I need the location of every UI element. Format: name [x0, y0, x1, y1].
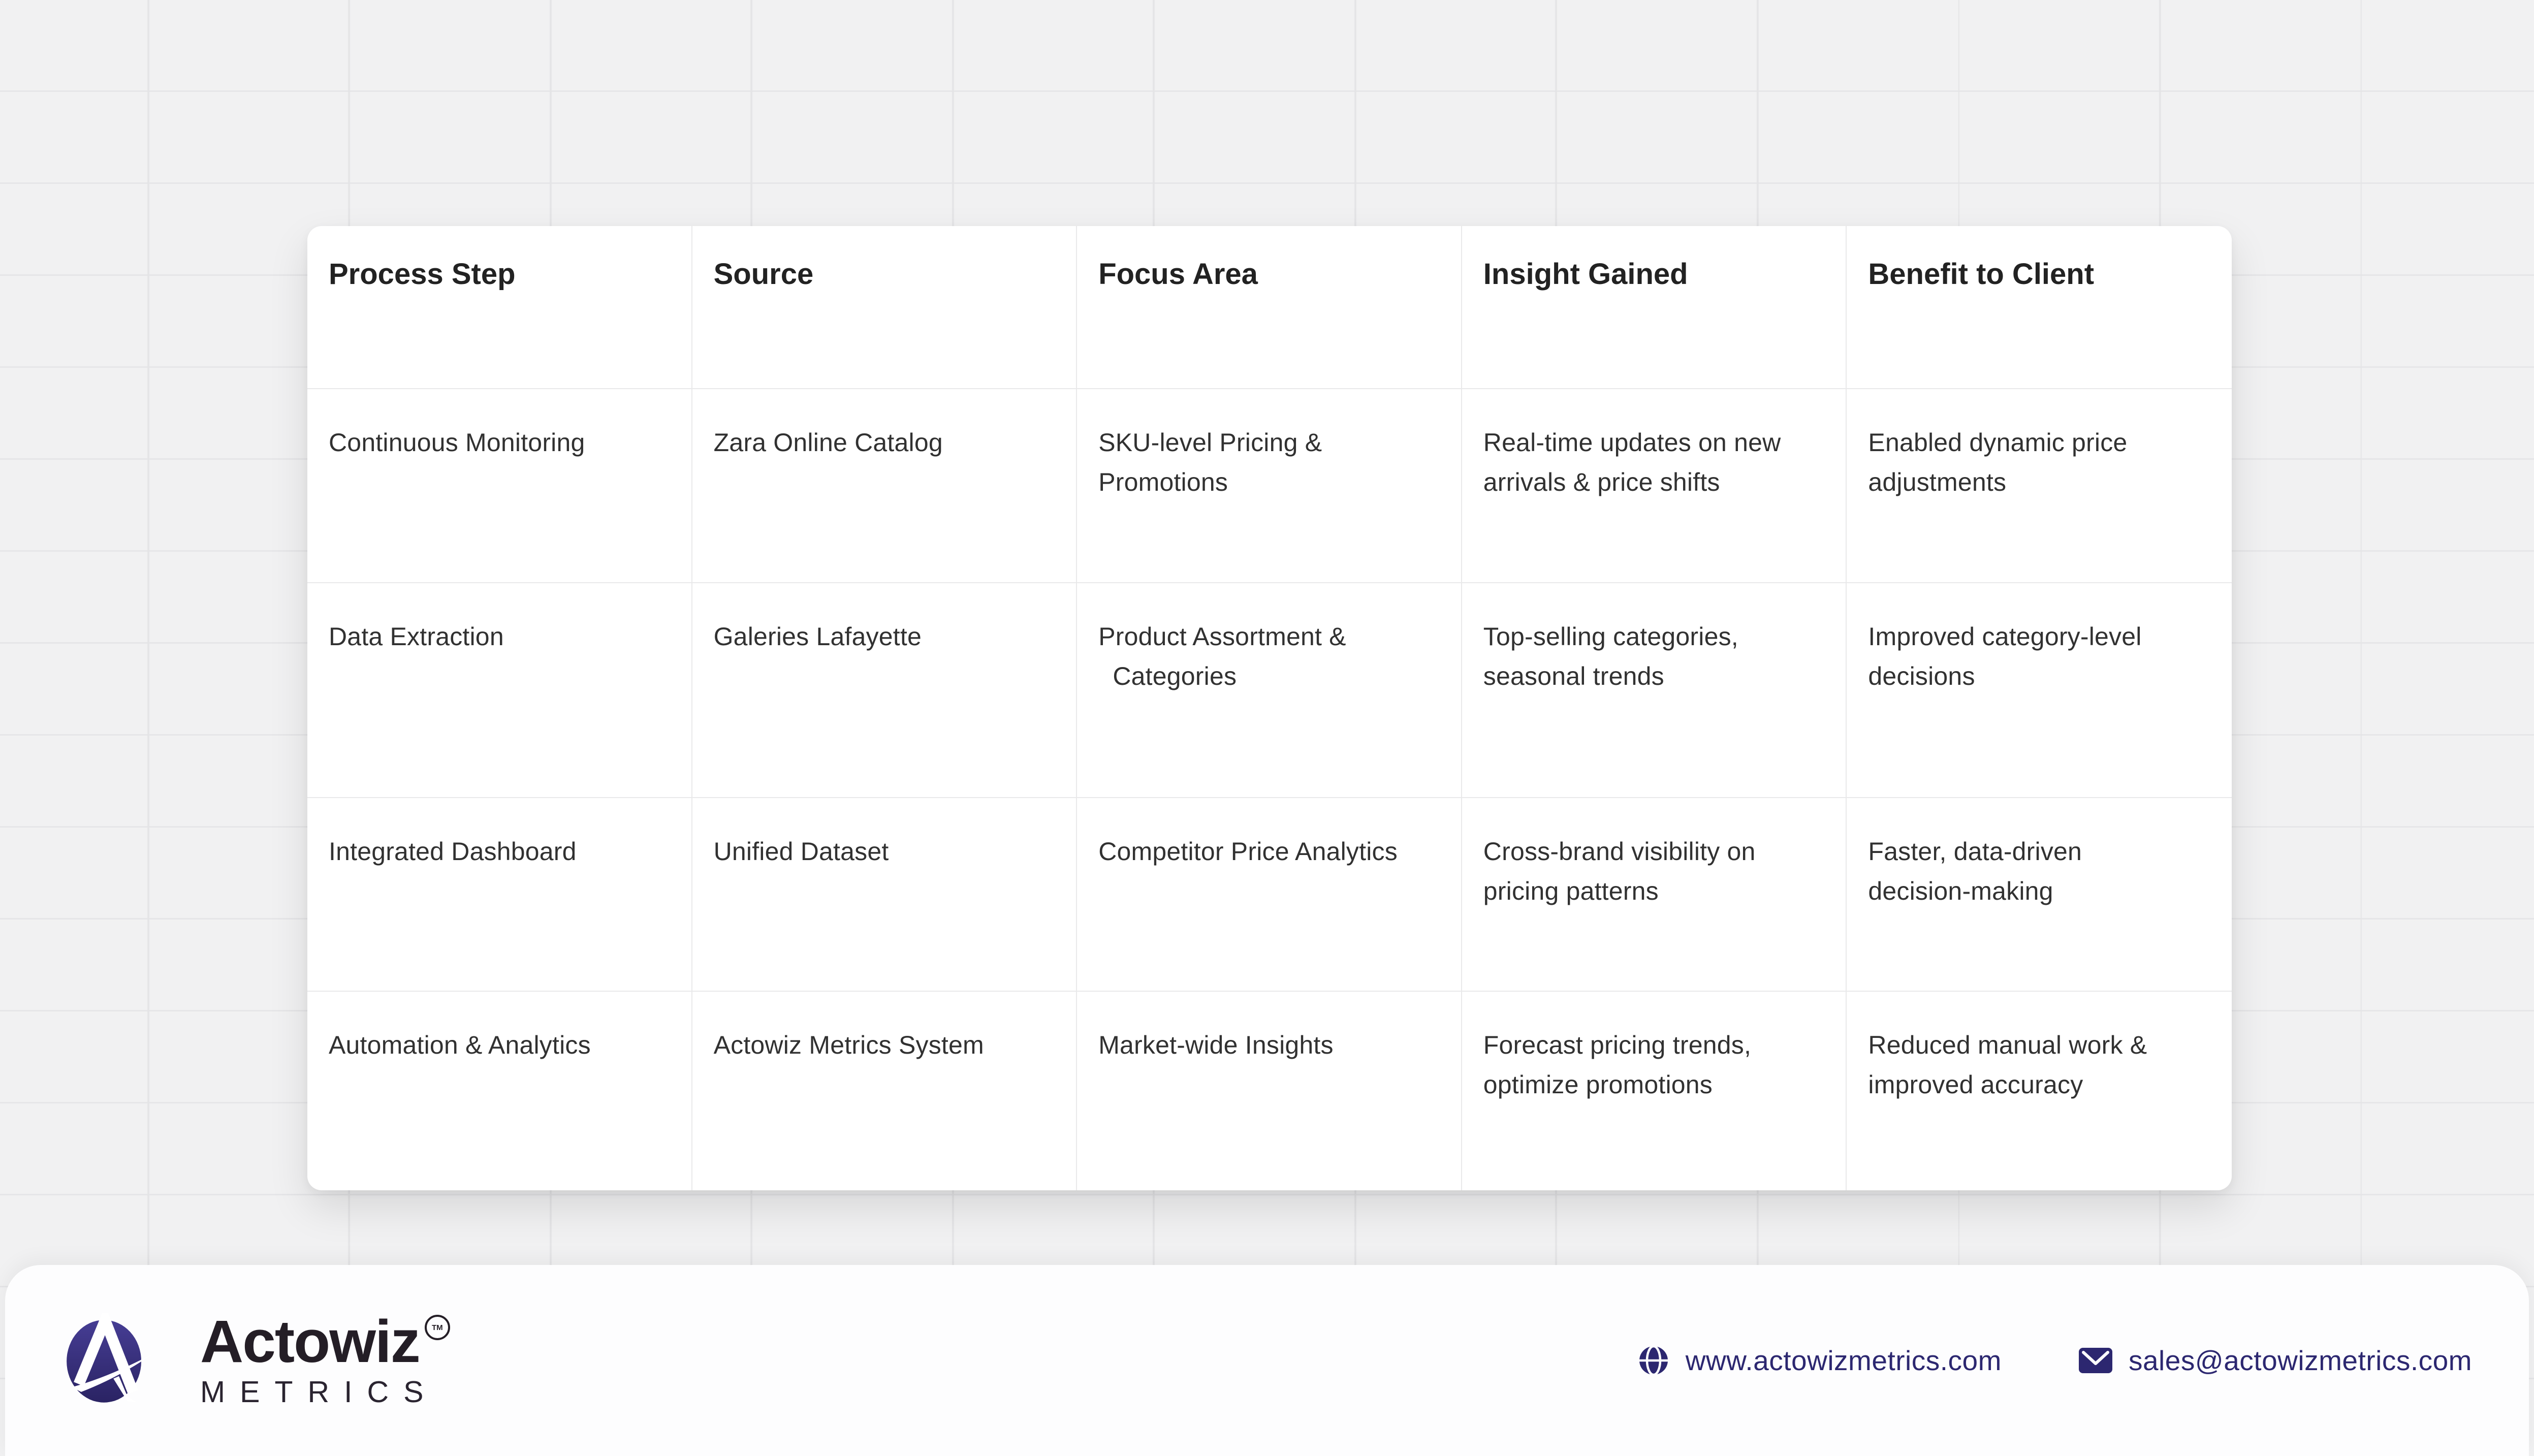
brand-wordmark: Actowiz TM METRICS	[200, 1314, 450, 1407]
table-cell: Galeries Lafayette	[692, 583, 1078, 798]
email-link[interactable]: sales@actowizmetrics.com	[2078, 1344, 2472, 1377]
table-cell: SKU-level Pricing & Promotions	[1077, 389, 1462, 583]
page-background: Process Step Source Focus Area Insight G…	[0, 0, 2534, 1456]
website-link-label: www.actowizmetrics.com	[1686, 1344, 2002, 1377]
table-cell: Integrated Dashboard	[307, 798, 692, 992]
footer-links: www.actowizmetrics.com sales@actowizmetr…	[1637, 1344, 2472, 1377]
table-cell: Real-time updates on new arrivals & pric…	[1462, 389, 1847, 583]
table-cell: Automation & Analytics	[307, 992, 692, 1190]
globe-icon	[1637, 1344, 1670, 1377]
table-cell: Reduced manual work & improved accuracy	[1847, 992, 2232, 1190]
website-link[interactable]: www.actowizmetrics.com	[1637, 1344, 2002, 1377]
table-cell: Zara Online Catalog	[692, 389, 1078, 583]
trademark-badge: TM	[425, 1315, 450, 1340]
table-cell: Top-selling categories, seasonal trends	[1462, 583, 1847, 798]
table-cell: Actowiz Metrics System	[692, 992, 1078, 1190]
actowiz-a-logo-icon	[60, 1313, 178, 1408]
column-header-insight-gained: Insight Gained	[1462, 226, 1847, 389]
brand-subtitle: METRICS	[200, 1377, 450, 1407]
table-cell: Enabled dynamic price adjustments	[1847, 389, 2232, 583]
table-cell: Faster, data-driven decision-making	[1847, 798, 2232, 992]
mail-icon	[2078, 1346, 2113, 1375]
email-link-label: sales@actowizmetrics.com	[2129, 1344, 2472, 1377]
comparison-table: Process Step Source Focus Area Insight G…	[307, 226, 2232, 1190]
brand-logo: Actowiz TM METRICS	[60, 1313, 450, 1408]
brand-name: Actowiz	[200, 1314, 420, 1370]
column-header-source: Source	[692, 226, 1078, 389]
table-cell: Unified Dataset	[692, 798, 1078, 992]
table-cell: Improved category-level decisions	[1847, 583, 2232, 798]
table-cell: Forecast pricing trends, optimize promot…	[1462, 992, 1847, 1190]
table-cell: Product Assortment & Categories	[1077, 583, 1462, 798]
table-cell: Continuous Monitoring	[307, 389, 692, 583]
table-cell: Cross-brand visibility on pricing patter…	[1462, 798, 1847, 992]
table-cell: Competitor Price Analytics	[1077, 798, 1462, 992]
column-header-benefit-to-client: Benefit to Client	[1847, 226, 2232, 389]
table-cell: Data Extraction	[307, 583, 692, 798]
column-header-focus-area: Focus Area	[1077, 226, 1462, 389]
footer-bar: Actowiz TM METRICS www.actowizmetrics.co…	[5, 1265, 2529, 1456]
table-cell: Market-wide Insights	[1077, 992, 1462, 1190]
column-header-process-step: Process Step	[307, 226, 692, 389]
